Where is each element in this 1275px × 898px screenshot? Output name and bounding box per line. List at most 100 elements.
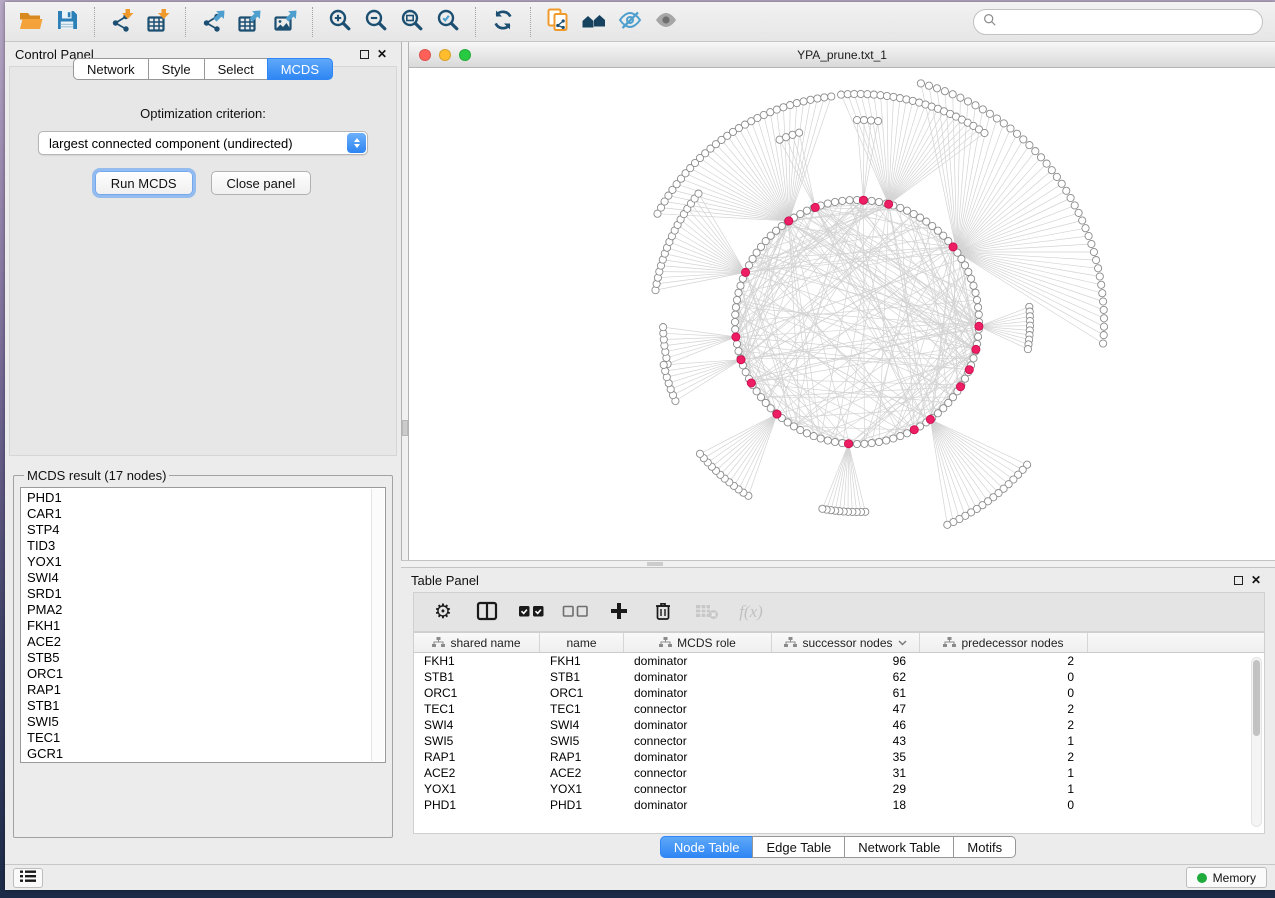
result-node-item[interactable]: GCR1	[27, 746, 385, 762]
tab-edge-table[interactable]: Edge Table	[752, 836, 844, 858]
tab-motifs[interactable]: Motifs	[953, 836, 1016, 858]
copy-network-button[interactable]	[540, 5, 576, 39]
import-table-button[interactable]	[140, 5, 176, 39]
export-network-button[interactable]	[195, 5, 231, 39]
result-node-item[interactable]: SWI5	[27, 714, 385, 730]
export-image-button[interactable]	[267, 5, 303, 39]
refresh-button[interactable]	[485, 5, 521, 39]
maximize-window-icon[interactable]	[459, 49, 471, 61]
table-row[interactable]: ACE2ACE2connector311	[414, 765, 1264, 781]
tab-mcds[interactable]: MCDS	[267, 58, 333, 80]
import-network-button[interactable]	[104, 5, 140, 39]
zoom-out-button[interactable]	[358, 5, 394, 39]
search-box[interactable]	[973, 9, 1263, 35]
delete-table-button	[690, 597, 724, 627]
result-node-item[interactable]: SRD1	[27, 586, 385, 602]
table-cell: 0	[920, 686, 1088, 700]
close-panel-button[interactable]: Close panel	[211, 171, 312, 195]
show-panels-button[interactable]	[13, 868, 43, 888]
search-icon	[983, 13, 997, 32]
result-node-item[interactable]: TEC1	[27, 730, 385, 746]
minimize-window-icon[interactable]	[439, 49, 451, 61]
main-toolbar	[5, 2, 1275, 42]
search-input[interactable]	[1002, 15, 1253, 30]
select-all-rows-button[interactable]	[514, 597, 548, 627]
table-cell: connector	[624, 702, 772, 716]
show-all-button[interactable]	[648, 5, 684, 39]
vertical-splitter[interactable]	[401, 42, 409, 560]
splitter-handle[interactable]	[402, 420, 408, 436]
result-node-item[interactable]: CAR1	[27, 506, 385, 522]
settings-gear-button[interactable]: ⚙	[426, 597, 460, 627]
save-session-button[interactable]	[49, 5, 85, 39]
add-column-icon	[609, 601, 629, 624]
toolbar-separator	[312, 7, 313, 37]
import-network-icon	[110, 8, 134, 35]
show-all-icon	[654, 8, 678, 35]
table-cell: 61	[772, 686, 920, 700]
table-scrollbar[interactable]	[1251, 657, 1262, 827]
optimization-criterion-select[interactable]: largest connected component (undirected)	[38, 131, 368, 155]
horizontal-splitter[interactable]	[401, 560, 1275, 568]
result-node-item[interactable]: YOX1	[27, 554, 385, 570]
run-mcds-button[interactable]: Run MCDS	[95, 171, 193, 195]
network-window-title: YPA_prune.txt_1	[409, 48, 1275, 62]
result-node-item[interactable]: ORC1	[27, 666, 385, 682]
table-row[interactable]: TEC1TEC1connector472	[414, 701, 1264, 717]
zoom-selected-button[interactable]	[430, 5, 466, 39]
result-node-item[interactable]: SWI4	[27, 570, 385, 586]
result-node-item[interactable]: FKH1	[27, 618, 385, 634]
column-header-mcds-role[interactable]: MCDS role	[624, 633, 772, 652]
column-header-name[interactable]: name	[540, 633, 624, 652]
table-row[interactable]: ORC1ORC1dominator610	[414, 685, 1264, 701]
splitter-handle[interactable]	[647, 562, 663, 566]
table-row[interactable]: SWI5SWI5connector431	[414, 733, 1264, 749]
result-node-item[interactable]: ACE2	[27, 634, 385, 650]
zoom-fit-button[interactable]	[394, 5, 430, 39]
tab-select[interactable]: Select	[204, 58, 267, 80]
tab-node-table[interactable]: Node Table	[660, 836, 753, 858]
close-window-icon[interactable]	[419, 49, 431, 61]
tab-network-table[interactable]: Network Table	[844, 836, 953, 858]
column-header-shared-name[interactable]: shared name	[414, 633, 540, 652]
deselect-all-rows-button[interactable]	[558, 597, 592, 627]
mcds-result-list[interactable]: PHD1CAR1STP4TID3YOX1SWI4SRD1PMA2FKH1ACE2…	[20, 487, 386, 763]
table-row[interactable]: FKH1FKH1dominator962	[414, 653, 1264, 669]
open-file-button[interactable]	[13, 5, 49, 39]
table-cell: SWI4	[540, 718, 624, 732]
toggle-column-button[interactable]	[470, 597, 504, 627]
result-node-item[interactable]: TID3	[27, 538, 385, 554]
export-image-icon	[273, 8, 297, 35]
result-node-item[interactable]: STB5	[27, 650, 385, 666]
export-network-icon	[201, 8, 225, 35]
network-canvas[interactable]	[409, 68, 1275, 560]
zoom-in-button[interactable]	[322, 5, 358, 39]
table-row[interactable]: STB1STB1dominator620	[414, 669, 1264, 685]
table-row[interactable]: RAP1RAP1dominator352	[414, 749, 1264, 765]
table-cell: RAP1	[540, 750, 624, 764]
result-node-item[interactable]: RAP1	[27, 682, 385, 698]
result-node-item[interactable]: STB1	[27, 698, 385, 714]
open-file-icon	[18, 8, 44, 35]
column-header-predecessor-nodes[interactable]: predecessor nodes	[920, 633, 1088, 652]
table-panel-float-button[interactable]	[1229, 572, 1247, 588]
add-column-button[interactable]	[602, 597, 636, 627]
export-table-button[interactable]	[231, 5, 267, 39]
table-row[interactable]: SWI4SWI4dominator462	[414, 717, 1264, 733]
result-node-item[interactable]: STP4	[27, 522, 385, 538]
result-node-item[interactable]: PMA2	[27, 602, 385, 618]
hide-selected-button[interactable]	[612, 5, 648, 39]
table-row[interactable]: YOX1YOX1connector291	[414, 781, 1264, 797]
result-node-item[interactable]: PHD1	[27, 490, 385, 506]
table-row[interactable]: PHD1PHD1dominator180	[414, 797, 1264, 813]
scrollbar-thumb[interactable]	[1253, 660, 1260, 736]
zoom-fit-icon	[400, 8, 424, 35]
column-header-successor-nodes[interactable]: successor nodes	[772, 633, 920, 652]
delete-column-button[interactable]	[646, 597, 680, 627]
settings-gear-icon: ⚙	[434, 602, 452, 622]
first-neighbors-button[interactable]	[576, 5, 612, 39]
tab-network[interactable]: Network	[73, 58, 148, 80]
tab-style[interactable]: Style	[148, 58, 204, 80]
table-panel-close-button[interactable]: ✕	[1247, 572, 1265, 588]
memory-button[interactable]: Memory	[1186, 867, 1267, 888]
